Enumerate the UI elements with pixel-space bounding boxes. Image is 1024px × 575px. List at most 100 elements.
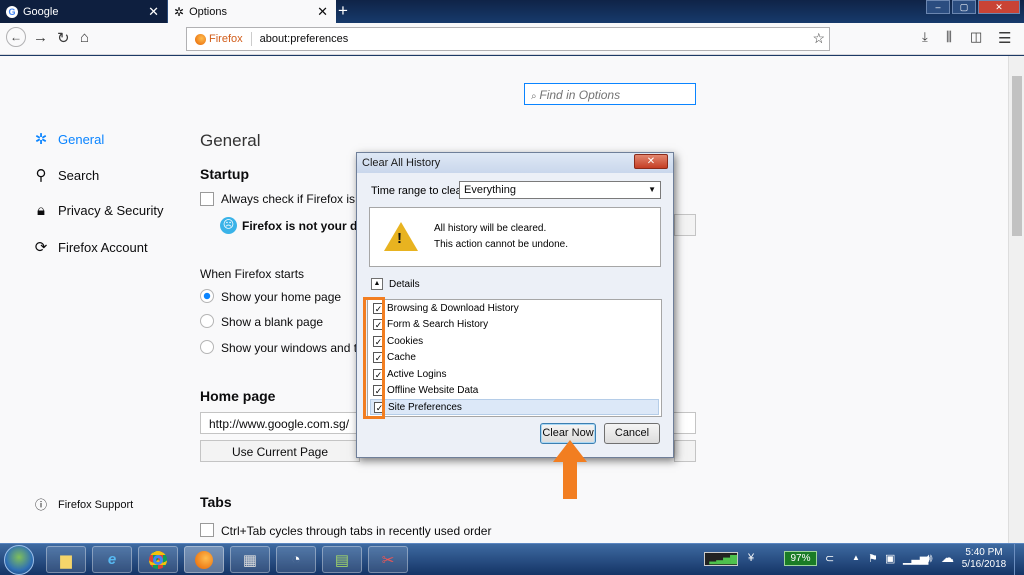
home-page-heading: Home page: [200, 388, 276, 404]
time-range-label: Time range to clear:: [371, 185, 469, 197]
folder-icon: ▆: [60, 551, 72, 569]
new-tab-button[interactable]: +: [338, 0, 348, 22]
clock-time: 5:40 PM: [965, 547, 1003, 558]
signal-strength-icon[interactable]: ▂▃▅▇: [704, 552, 738, 566]
use-current-page-button[interactable]: Use Current Page: [200, 440, 360, 462]
show-hidden-icons[interactable]: ▲: [852, 553, 860, 562]
radio-show-windows-label: Show your windows and tab: [221, 341, 371, 355]
sidebar-item-search[interactable]: ⚲ Search: [32, 166, 100, 184]
display-icon[interactable]: ▣: [885, 552, 895, 565]
reload-button[interactable]: ↻: [57, 29, 70, 47]
tab-title: Google: [23, 5, 59, 18]
radio-show-blank-label: Show a blank page: [221, 315, 324, 329]
tab-google[interactable]: G Google ✕: [0, 0, 168, 23]
clock-date: 5/16/2018: [961, 559, 1007, 570]
sad-face-icon: ☹: [220, 217, 237, 234]
scrollbar-thumb[interactable]: [1012, 76, 1022, 236]
calculator-icon: ▦: [242, 551, 258, 569]
time-range-select[interactable]: Everything ▼: [459, 181, 661, 199]
sidebar-item-general[interactable]: ✲ General: [32, 130, 105, 148]
radio-show-blank[interactable]: [200, 314, 214, 328]
history-item-active-logins[interactable]: ✓ Active Logins: [370, 367, 659, 383]
clear-history-dialog: Clear All History ✕ Time range to clear:…: [356, 152, 674, 458]
firefox-support-link[interactable]: ⓘ Firefox Support: [32, 496, 133, 513]
dialog-close-button[interactable]: ✕: [634, 154, 668, 169]
taskbar-app-8[interactable]: ✂: [368, 546, 408, 573]
restore-default-button[interactable]: [674, 440, 696, 462]
lock-icon: 🔒︎: [37, 202, 45, 219]
sidebar-item-privacy[interactable]: 🔒︎ Privacy & Security: [32, 202, 163, 219]
tab-strip: G Google ✕ ✲ Options ✕ + – ▢ ✕: [0, 0, 1024, 23]
warning-exclamation: !: [397, 230, 402, 247]
when-starts-label: When Firefox starts: [200, 267, 305, 281]
library-icon[interactable]: ⫼: [946, 29, 952, 45]
show-desktop-button[interactable]: [1014, 544, 1024, 575]
identity-box[interactable]: Firefox: [195, 33, 243, 45]
tabs-heading: Tabs: [200, 494, 232, 510]
radio-show-windows[interactable]: [200, 340, 214, 354]
tab-options[interactable]: ✲ Options ✕: [168, 0, 336, 23]
menu-icon[interactable]: ☰: [998, 29, 1011, 47]
snipping-tool-icon: ✂: [381, 551, 395, 569]
details-toggle-button[interactable]: ▲: [371, 278, 383, 290]
taskbar-app-6[interactable]: ◔: [276, 546, 316, 573]
system-clock[interactable]: 5:40 PM 5/16/2018: [958, 547, 1010, 571]
start-button[interactable]: [4, 545, 34, 575]
taskbar-firefox[interactable]: [184, 546, 224, 573]
sidebar-toggle-icon[interactable]: ◫: [970, 29, 982, 45]
network-icon[interactable]: ¥: [748, 552, 754, 564]
close-tab-icon[interactable]: ✕: [317, 4, 328, 20]
details-label: Details: [389, 279, 420, 290]
taskbar-app-7[interactable]: ▤: [322, 546, 362, 573]
page-scrollbar[interactable]: [1008, 56, 1024, 543]
make-default-button[interactable]: [674, 214, 696, 236]
cancel-button[interactable]: Cancel: [604, 423, 660, 444]
action-center-icon[interactable]: ⚑: [868, 552, 878, 565]
bookmark-star-icon[interactable]: ☆: [812, 30, 825, 47]
battery-icon[interactable]: ⊂: [825, 552, 834, 565]
cloud-icon[interactable]: ☁: [941, 550, 954, 566]
close-tab-icon[interactable]: ✕: [148, 4, 159, 20]
history-item-offline-data[interactable]: ✓ Offline Website Data: [370, 383, 659, 399]
warning-line-1: All history will be cleared.: [434, 223, 547, 234]
taskbar-chrome[interactable]: [138, 546, 178, 573]
maximize-button[interactable]: ▢: [952, 0, 976, 14]
radio-show-home[interactable]: [200, 289, 214, 303]
taskbar-ie[interactable]: e: [92, 546, 132, 573]
history-item-form[interactable]: ✓ Form & Search History: [370, 317, 659, 333]
tab-title: Options: [189, 5, 227, 18]
always-check-checkbox[interactable]: [200, 192, 214, 206]
sidebar-item-firefox-account[interactable]: ⟳ Firefox Account: [32, 238, 148, 256]
chrome-icon: [149, 550, 167, 569]
divider: [250, 32, 252, 46]
help-icon: ⓘ: [34, 498, 47, 512]
history-item-cookies[interactable]: ✓ Cookies: [370, 334, 659, 350]
history-item-cache[interactable]: ✓ Cache: [370, 350, 659, 366]
url-text: about:preferences: [259, 33, 349, 45]
warning-line-2: This action cannot be undone.: [434, 239, 568, 250]
download-icon[interactable]: ⤓: [922, 29, 928, 45]
forward-button[interactable]: →: [33, 29, 48, 46]
annotation-highlight-box: [363, 297, 385, 419]
minimize-button[interactable]: –: [926, 0, 950, 14]
window-close-button[interactable]: ✕: [978, 0, 1020, 14]
taskbar-explorer[interactable]: ▆: [46, 546, 86, 573]
search-icon: ⚲: [35, 167, 47, 184]
battery-indicator[interactable]: 97%: [784, 551, 817, 566]
navigation-toolbar: ← → ↻ ⌂ Firefox about:preferences ☆ ⤓ ⫼ …: [0, 23, 1024, 55]
volume-icon[interactable]: 🔊︎: [925, 551, 933, 566]
history-item-site-preferences[interactable]: ✓ Site Preferences: [370, 399, 659, 415]
ctrl-tab-checkbox[interactable]: [200, 523, 214, 537]
page-title: General: [200, 131, 261, 150]
home-button[interactable]: ⌂: [80, 29, 89, 46]
google-icon: G: [6, 5, 18, 18]
gear-icon: ✲: [34, 131, 48, 148]
back-button[interactable]: ←: [6, 27, 26, 47]
annotation-arrow-icon: [553, 440, 587, 499]
url-bar[interactable]: Firefox about:preferences ☆: [186, 27, 830, 51]
chart-app-icon: ▤: [334, 551, 350, 569]
ctrl-tab-label: Ctrl+Tab cycles through tabs in recently…: [221, 524, 492, 538]
history-item-browsing[interactable]: ✓ Browsing & Download History: [370, 301, 659, 317]
find-in-options-input[interactable]: ⌕ Find in Options: [524, 83, 696, 105]
taskbar-calculator[interactable]: ▦: [230, 546, 270, 573]
